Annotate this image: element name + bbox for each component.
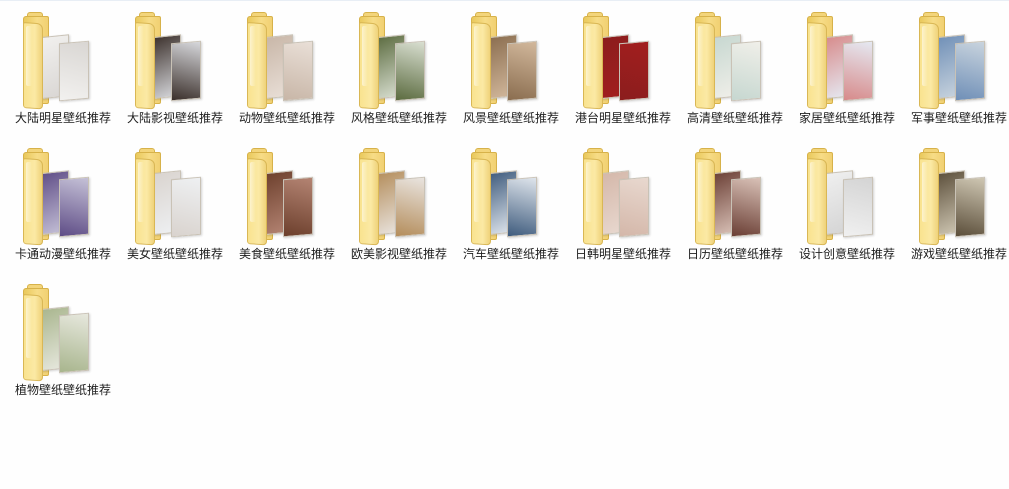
folder-item[interactable]: 风格壁纸壁纸推荐: [343, 6, 455, 142]
folder-shine: [362, 26, 368, 86]
folder-label: 港台明星壁纸推荐: [574, 111, 671, 125]
folder-icon: [805, 148, 877, 246]
folder-item[interactable]: 港台明星壁纸推荐: [567, 6, 679, 142]
folder-shine: [26, 298, 32, 358]
folder-item[interactable]: 军事壁纸壁纸推荐: [903, 6, 1009, 142]
folder-shine: [250, 162, 256, 222]
folder-icon: [357, 12, 429, 110]
folder-icon: [21, 12, 93, 110]
preview-thumbnail: [59, 176, 89, 238]
preview-thumbnail: [395, 40, 425, 102]
folder-label: 军事壁纸壁纸推荐: [910, 111, 1007, 125]
folder-item[interactable]: 游戏壁纸壁纸推荐: [903, 142, 1009, 278]
folder-icon: [357, 148, 429, 246]
preview-thumbnail: [619, 40, 649, 102]
folder-icon: [805, 12, 877, 110]
preview-thumbnail: [955, 40, 985, 102]
folder-shine: [250, 26, 256, 86]
folder-shine: [810, 162, 816, 222]
folder-icon: [693, 148, 765, 246]
folder-label: 欧美影视壁纸推荐: [350, 247, 447, 261]
folder-item[interactable]: 动物壁纸壁纸推荐: [231, 6, 343, 142]
preview-thumbnail: [731, 40, 761, 102]
folder-icon: [245, 148, 317, 246]
preview-thumbnail: [59, 40, 89, 102]
folder-item[interactable]: 风景壁纸壁纸推荐: [455, 6, 567, 142]
folder-shine: [922, 26, 928, 86]
folder-item[interactable]: 日历壁纸壁纸推荐: [679, 142, 791, 278]
folder-label: 风格壁纸壁纸推荐: [350, 111, 447, 125]
preview-thumbnail: [955, 176, 985, 238]
folder-icon: [581, 148, 653, 246]
folder-label: 汽车壁纸壁纸推荐: [462, 247, 559, 261]
folder-item[interactable]: 汽车壁纸壁纸推荐: [455, 142, 567, 278]
folder-item[interactable]: 美女壁纸壁纸推荐: [119, 142, 231, 278]
preview-thumbnail: [507, 40, 537, 102]
folder-icon: [21, 284, 93, 382]
folder-shine: [26, 26, 32, 86]
folder-icon: [469, 12, 541, 110]
folder-item[interactable]: 大陆明星壁纸推荐: [7, 6, 119, 142]
folder-item[interactable]: 卡通动漫壁纸推荐: [7, 142, 119, 278]
folder-label: 家居壁纸壁纸推荐: [798, 111, 895, 125]
folder-shine: [698, 26, 704, 86]
folder-item[interactable]: 家居壁纸壁纸推荐: [791, 6, 903, 142]
folder-label: 大陆影视壁纸推荐: [126, 111, 223, 125]
preview-thumbnail: [619, 176, 649, 238]
folder-label: 美女壁纸壁纸推荐: [126, 247, 223, 261]
folder-item[interactable]: 高清壁纸壁纸推荐: [679, 6, 791, 142]
folder-item[interactable]: 美食壁纸壁纸推荐: [231, 142, 343, 278]
folder-shine: [698, 162, 704, 222]
preview-thumbnail: [843, 40, 873, 102]
folder-shine: [586, 162, 592, 222]
folder-label: 卡通动漫壁纸推荐: [14, 247, 111, 261]
preview-thumbnail: [283, 176, 313, 238]
folder-item[interactable]: 欧美影视壁纸推荐: [343, 142, 455, 278]
folder-icon: [917, 12, 989, 110]
folder-label: 游戏壁纸壁纸推荐: [910, 247, 1007, 261]
folder-label: 风景壁纸壁纸推荐: [462, 111, 559, 125]
folder-shine: [810, 26, 816, 86]
folder-label: 植物壁纸壁纸推荐: [14, 383, 111, 397]
folder-shine: [922, 162, 928, 222]
preview-thumbnail: [171, 176, 201, 238]
folder-icon: [133, 12, 205, 110]
folder-label: 大陆明星壁纸推荐: [14, 111, 111, 125]
folder-label: 美食壁纸壁纸推荐: [238, 247, 335, 261]
folder-shine: [474, 26, 480, 86]
preview-thumbnail: [507, 176, 537, 238]
folder-item[interactable]: 植物壁纸壁纸推荐: [7, 278, 119, 414]
folder-label: 日韩明星壁纸推荐: [574, 247, 671, 261]
folder-icon: [469, 148, 541, 246]
folder-label: 设计创意壁纸推荐: [798, 247, 895, 261]
folder-item[interactable]: 设计创意壁纸推荐: [791, 142, 903, 278]
file-list-view: 大陆明星壁纸推荐 大陆影视壁纸推荐 动物壁纸壁纸推荐 风格壁纸壁纸推荐 风景壁纸壁纸推荐…: [0, 0, 1009, 489]
preview-thumbnail: [283, 40, 313, 102]
folder-shine: [138, 162, 144, 222]
folder-icon: [133, 148, 205, 246]
folder-item[interactable]: 日韩明星壁纸推荐: [567, 142, 679, 278]
folder-shine: [474, 162, 480, 222]
folder-icon: [581, 12, 653, 110]
folder-label: 日历壁纸壁纸推荐: [686, 247, 783, 261]
folder-icon: [245, 12, 317, 110]
folder-shine: [26, 162, 32, 222]
preview-thumbnail: [731, 176, 761, 238]
folder-icon: [21, 148, 93, 246]
folder-icon: [693, 12, 765, 110]
folder-shine: [138, 26, 144, 86]
folder-icon: [917, 148, 989, 246]
folder-grid: 大陆明星壁纸推荐 大陆影视壁纸推荐 动物壁纸壁纸推荐 风格壁纸壁纸推荐 风景壁纸壁纸推荐…: [7, 6, 1009, 414]
folder-label: 高清壁纸壁纸推荐: [686, 111, 783, 125]
preview-thumbnail: [59, 312, 89, 374]
folder-shine: [586, 26, 592, 86]
preview-thumbnail: [395, 176, 425, 238]
preview-thumbnail: [171, 40, 201, 102]
folder-label: 动物壁纸壁纸推荐: [238, 111, 335, 125]
folder-item[interactable]: 大陆影视壁纸推荐: [119, 6, 231, 142]
preview-thumbnail: [843, 176, 873, 238]
folder-shine: [362, 162, 368, 222]
